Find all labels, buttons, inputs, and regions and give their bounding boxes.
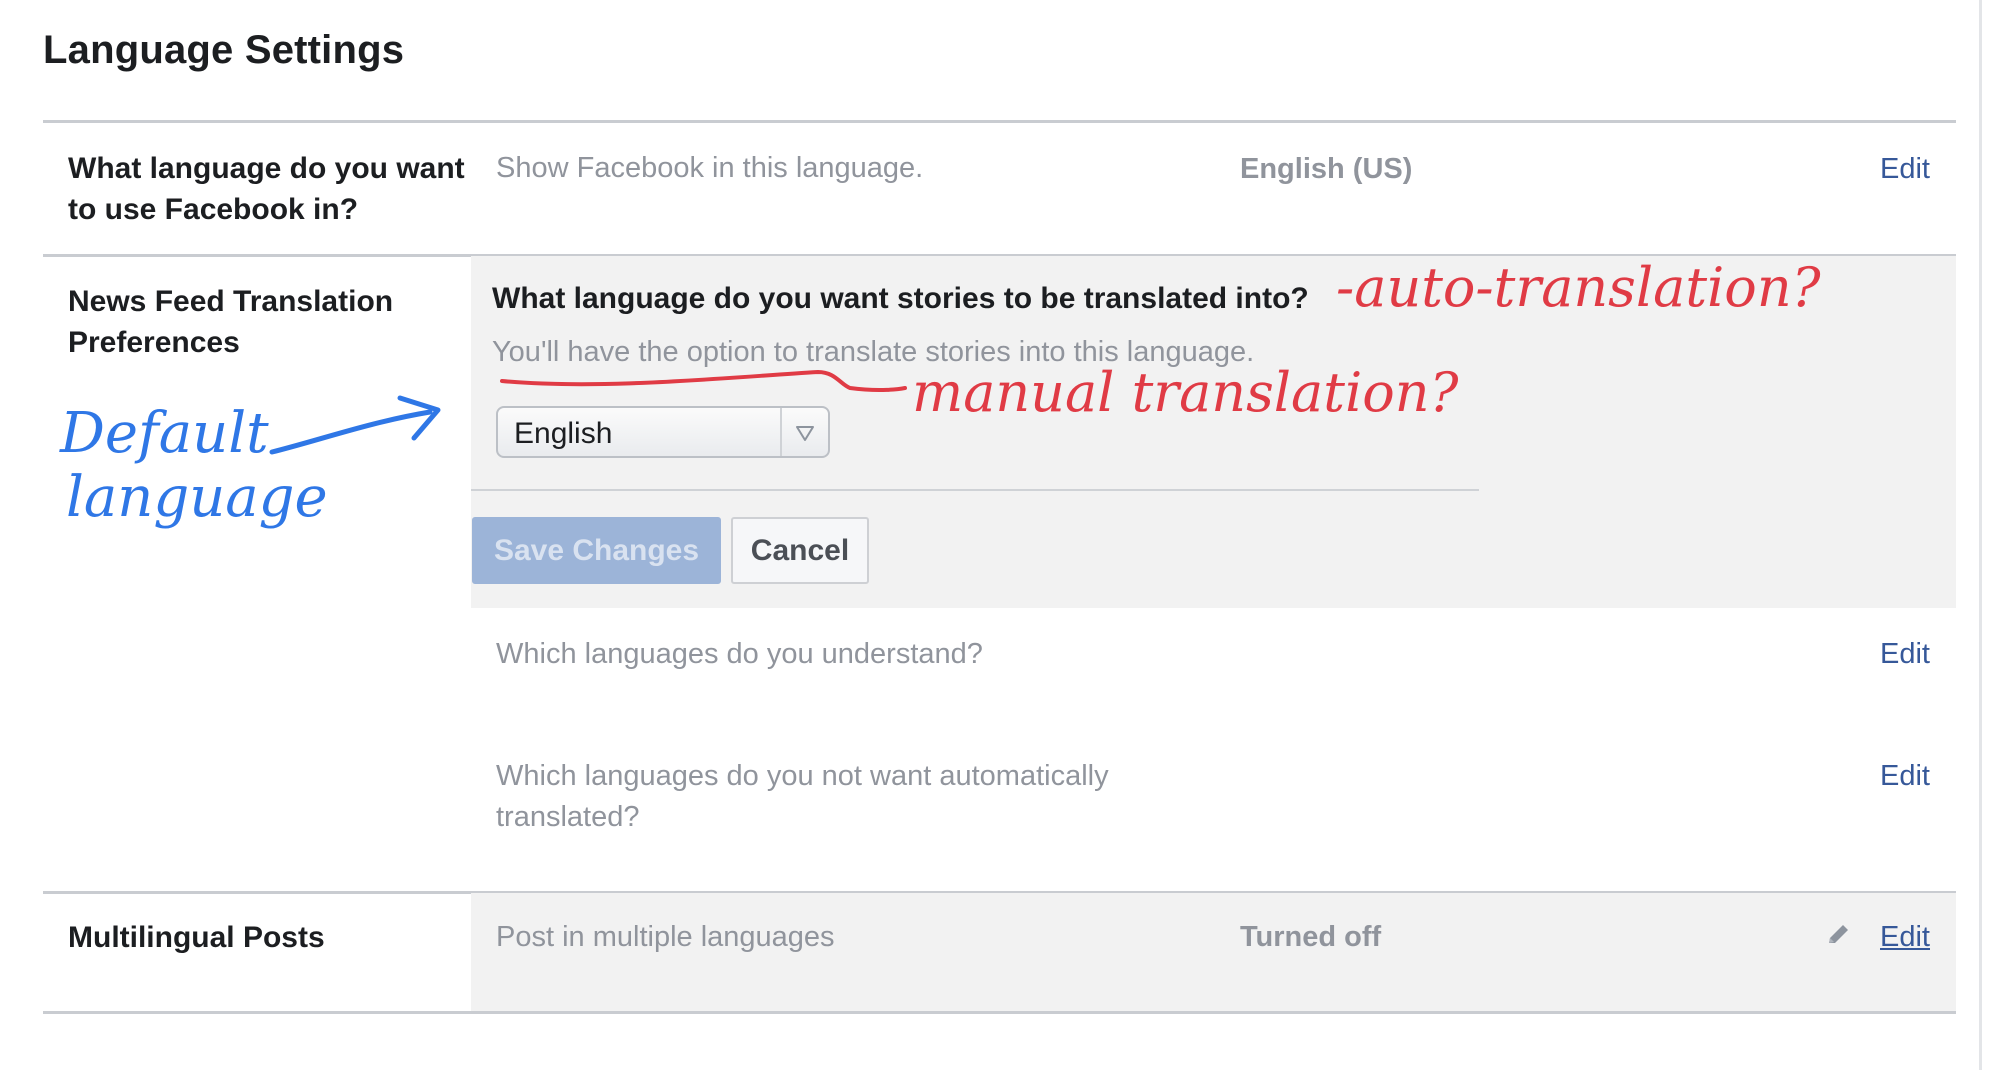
translation-question: What language do you want stories to be … (492, 282, 1309, 315)
multilingual-posts-label: Multilingual Posts (68, 921, 325, 954)
default-language-annotation: Default language (59, 395, 441, 530)
no-auto-translate-edit-link[interactable]: Edit (1880, 760, 1930, 793)
page-title: Language Settings (43, 28, 405, 72)
translation-language-select[interactable]: English (496, 406, 830, 458)
multilingual-posts-edit-link[interactable]: Edit (1880, 921, 1930, 954)
language-settings-page: Language Settings What language do you w… (0, 0, 2000, 1070)
section-divider (43, 120, 1956, 123)
pencil-icon[interactable] (1824, 922, 1852, 950)
facebook-language-value: English (US) (1240, 153, 1413, 185)
facebook-language-edit-link[interactable]: Edit (1880, 153, 1930, 186)
facebook-language-description: Show Facebook in this language. (496, 152, 924, 184)
page-right-border (1979, 0, 1982, 1070)
select-current-value: English (514, 417, 613, 450)
chevron-down-icon (796, 426, 814, 441)
translation-hint: You'll have the option to translate stor… (492, 336, 1255, 368)
news-feed-translation-label: News Feed Translation Preferences (68, 285, 394, 359)
facebook-language-label: What language do you want to use Faceboo… (68, 152, 465, 226)
multilingual-posts-description: Post in multiple languages (496, 921, 835, 953)
no-auto-translate-label: Which languages do you not want automati… (496, 760, 1109, 833)
understand-languages-label: Which languages do you understand? (496, 638, 983, 670)
save-changes-button[interactable]: Save Changes (472, 517, 721, 584)
arrow-right-icon (269, 409, 433, 455)
arrowhead-icon (397, 395, 441, 441)
cancel-button[interactable]: Cancel (731, 517, 869, 584)
select-divider (780, 408, 782, 456)
default-language-note: Default language (59, 401, 328, 530)
section-bottom-divider (43, 1011, 1956, 1014)
panel-divider (471, 489, 1479, 491)
multilingual-posts-value: Turned off (1240, 921, 1382, 953)
understand-languages-edit-link[interactable]: Edit (1880, 638, 1930, 671)
